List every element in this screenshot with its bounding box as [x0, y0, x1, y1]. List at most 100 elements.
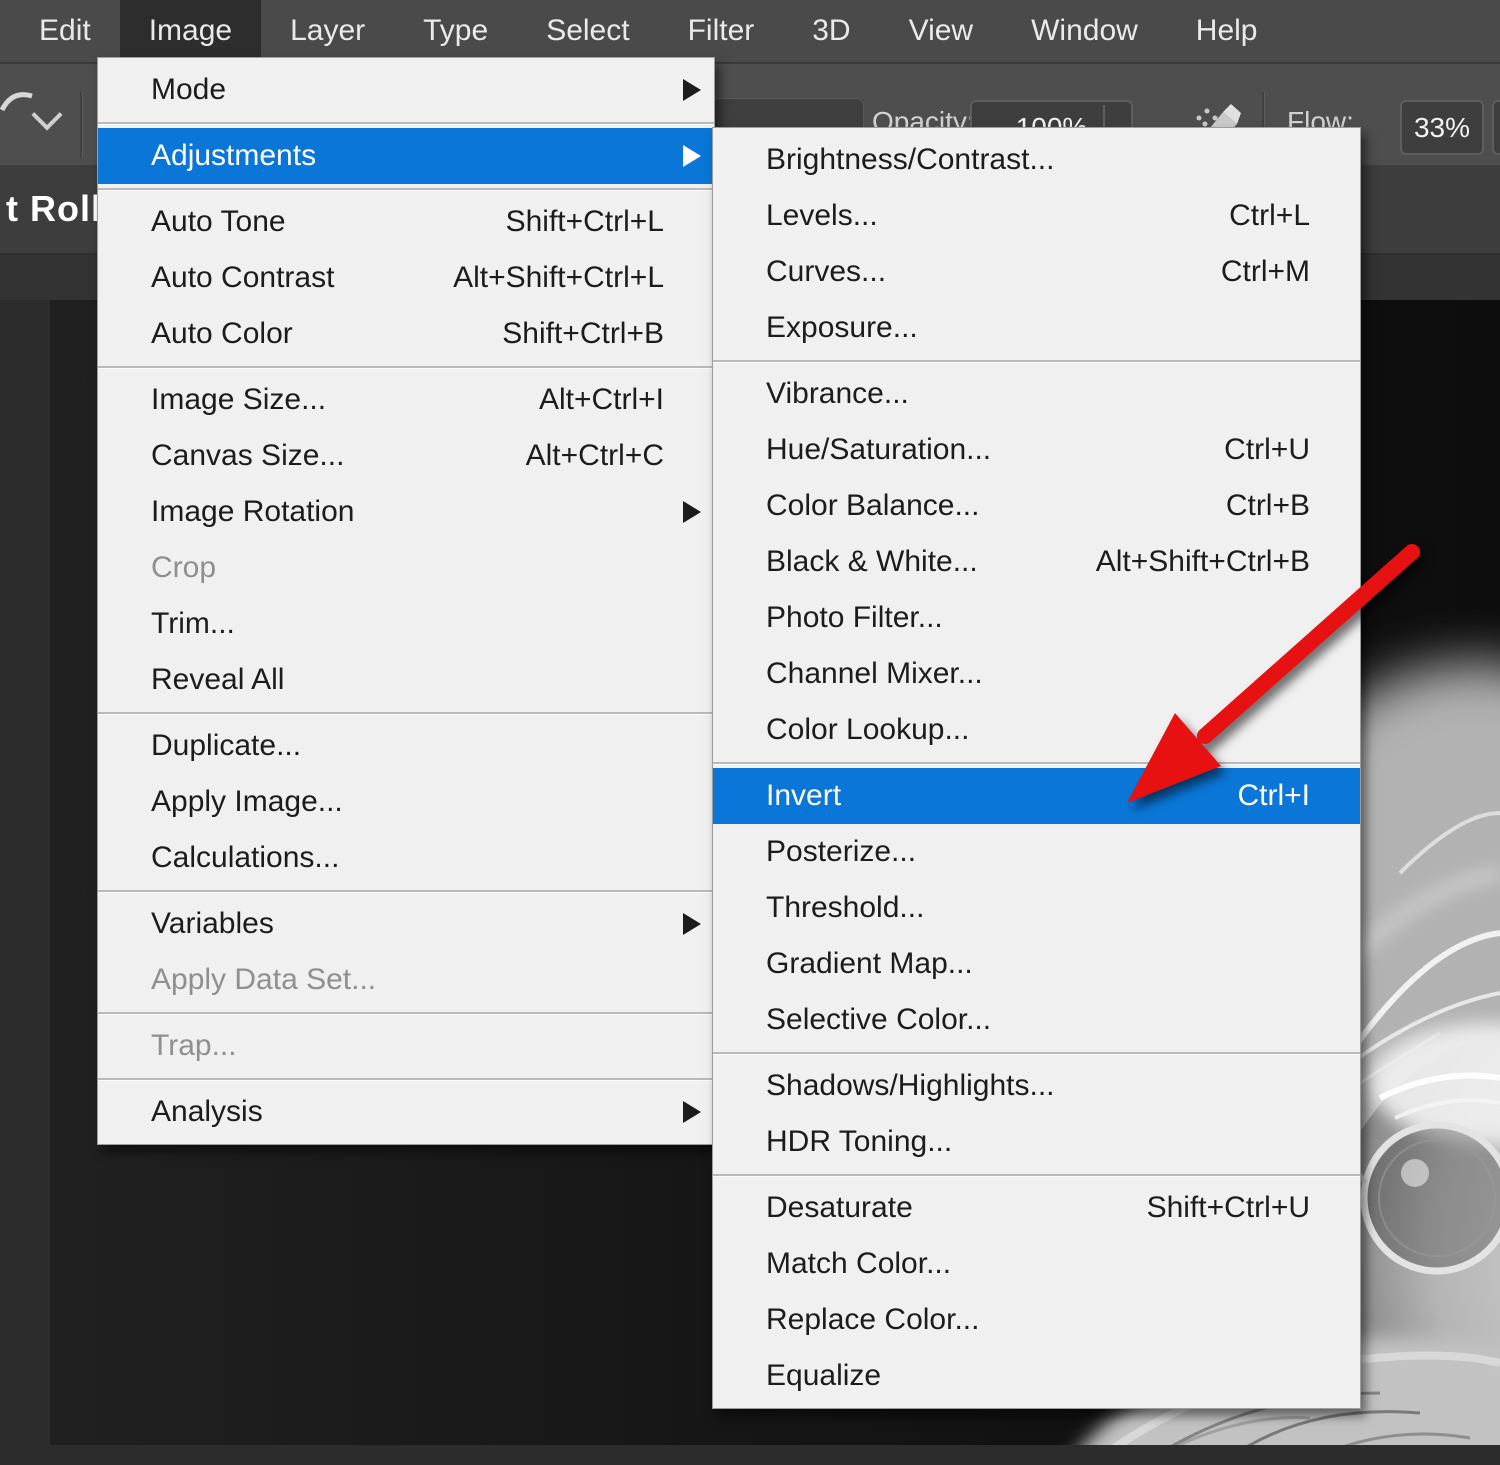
menu-item-trap[interactable]: Trap... [98, 1018, 714, 1074]
menubar-item-help[interactable]: Help [1167, 0, 1287, 62]
menu-item-shortcut: Alt+Shift+Ctrl+L [423, 261, 664, 295]
menu-item-canvas-size[interactable]: Canvas Size...Alt+Ctrl+C [98, 428, 714, 484]
menu-item-image-rotation[interactable]: Image Rotation [98, 484, 714, 540]
menu-item-label: Shadows/Highlights... [766, 1069, 1055, 1103]
menu-item-label: Hue/Saturation... [766, 433, 991, 467]
submenu-item-equalize[interactable]: Equalize [713, 1348, 1360, 1404]
menu-item-label: Threshold... [766, 891, 924, 925]
menu-bar: EditImageLayerTypeSelectFilter3DViewWind… [0, 0, 1500, 64]
submenu-item-match-color[interactable]: Match Color... [713, 1236, 1360, 1292]
menu-item-trim[interactable]: Trim... [98, 596, 714, 652]
menu-item-duplicate[interactable]: Duplicate... [98, 718, 714, 774]
menu-item-label: Adjustments [151, 139, 316, 173]
menu-item-label: Brightness/Contrast... [766, 143, 1054, 177]
menubar-item-type[interactable]: Type [394, 0, 517, 62]
submenu-item-gradient-map[interactable]: Gradient Map... [713, 936, 1360, 992]
menu-item-shortcut: Alt+Shift+Ctrl+B [1066, 545, 1310, 579]
menubar-item-image[interactable]: Image [120, 0, 261, 62]
menu-item-label: Trim... [151, 607, 235, 641]
submenu-arrow-icon [683, 501, 701, 523]
submenu-item-replace-color[interactable]: Replace Color... [713, 1292, 1360, 1348]
submenu-item-hue-saturation[interactable]: Hue/Saturation... Ctrl+U [713, 422, 1360, 478]
menubar-item-window[interactable]: Window [1002, 0, 1167, 62]
toolbar-field-partial[interactable] [1492, 100, 1500, 155]
menu-item-label: Replace Color... [766, 1303, 979, 1337]
menu-item-adjustments[interactable]: Adjustments [98, 128, 714, 184]
menu-item-analysis[interactable]: Analysis [98, 1084, 714, 1140]
submenu-item-curves[interactable]: Curves...Ctrl+M [713, 244, 1360, 300]
submenu-item-selective-color[interactable]: Selective Color... [713, 992, 1360, 1048]
menu-item-label: Analysis [151, 1095, 263, 1129]
submenu-item-color-balance[interactable]: Color Balance... Ctrl+B [713, 478, 1360, 534]
submenu-item-invert[interactable]: InvertCtrl+I [713, 768, 1360, 824]
tool-preset-icon [0, 86, 34, 116]
menu-separator [713, 762, 1360, 764]
menu-separator [98, 712, 714, 714]
submenu-item-channel-mixer[interactable]: Channel Mixer... [713, 646, 1360, 702]
menu-item-reveal-all[interactable]: Reveal All [98, 652, 714, 708]
menu-item-label: Crop [151, 551, 216, 585]
menubar-item-3d[interactable]: 3D [783, 0, 879, 62]
submenu-item-color-lookup[interactable]: Color Lookup... [713, 702, 1360, 758]
submenu-item-posterize[interactable]: Posterize... [713, 824, 1360, 880]
menu-item-apply-image[interactable]: Apply Image... [98, 774, 714, 830]
menu-item-image-size[interactable]: Image Size...Alt+Ctrl+I [98, 372, 714, 428]
photoshop-window: EditImageLayerTypeSelectFilter3DViewWind… [0, 0, 1500, 1465]
menu-item-shortcut: Shift+Ctrl+B [472, 317, 664, 351]
submenu-item-black-white[interactable]: Black & White...Alt+Shift+Ctrl+B [713, 534, 1360, 590]
menu-item-label: Photo Filter... [766, 601, 943, 635]
submenu-item-shadows-highlights[interactable]: Shadows/Highlights... [713, 1058, 1360, 1114]
menu-separator [98, 890, 714, 892]
submenu-arrow-icon [683, 913, 701, 935]
menubar-item-filter[interactable]: Filter [659, 0, 784, 62]
menu-item-label: Calculations... [151, 841, 339, 875]
submenu-item-levels[interactable]: Levels...Ctrl+L [713, 188, 1360, 244]
submenu-item-hdr-toning[interactable]: HDR Toning... [713, 1114, 1360, 1170]
menu-item-label: Levels... [766, 199, 878, 233]
menubar-item-edit[interactable]: Edit [10, 0, 120, 62]
menu-item-label: Trap... [151, 1029, 237, 1063]
menu-item-auto-tone[interactable]: Auto Tone Shift+Ctrl+L [98, 194, 714, 250]
menu-item-apply-data-set[interactable]: Apply Data Set... [98, 952, 714, 1008]
submenu-item-exposure[interactable]: Exposure... [713, 300, 1360, 356]
menu-item-label: Auto Color [151, 317, 293, 351]
flow-field[interactable]: 33% [1400, 100, 1484, 155]
menubar-item-view[interactable]: View [880, 0, 1002, 62]
menu-item-variables[interactable]: Variables [98, 896, 714, 952]
submenu-arrow-icon [683, 1101, 701, 1123]
menu-item-shortcut: Alt+Ctrl+I [509, 383, 664, 417]
menu-item-shortcut: Ctrl+U [1194, 433, 1310, 467]
menu-item-label: Auto Tone [151, 205, 286, 239]
menu-item-auto-color[interactable]: Auto Color Shift+Ctrl+B [98, 306, 714, 362]
submenu-item-vibrance[interactable]: Vibrance... [713, 366, 1360, 422]
submenu-item-threshold[interactable]: Threshold... [713, 880, 1360, 936]
menubar-item-select[interactable]: Select [517, 0, 658, 62]
menu-item-label: Image Rotation [151, 495, 354, 529]
menu-separator [713, 360, 1360, 362]
menu-item-label: Reveal All [151, 663, 284, 697]
menu-separator [98, 1078, 714, 1080]
menu-item-shortcut: Alt+Ctrl+C [496, 439, 664, 473]
menu-item-shortcut: Ctrl+B [1196, 489, 1310, 523]
menu-item-label: Gradient Map... [766, 947, 973, 981]
menu-item-label: Color Balance... [766, 489, 979, 523]
menu-item-mode[interactable]: Mode [98, 62, 714, 118]
menu-item-auto-contrast[interactable]: Auto Contrast Alt+Shift+Ctrl+L [98, 250, 714, 306]
menu-item-calculations[interactable]: Calculations... [98, 830, 714, 886]
submenu-item-brightness-contrast[interactable]: Brightness/Contrast... [713, 132, 1360, 188]
submenu-item-desaturate[interactable]: DesaturateShift+Ctrl+U [713, 1180, 1360, 1236]
chevron-down-icon[interactable] [31, 99, 62, 130]
menu-item-label: Apply Image... [151, 785, 343, 819]
submenu-item-photo-filter[interactable]: Photo Filter... [713, 590, 1360, 646]
menu-item-shortcut: Shift+Ctrl+L [476, 205, 664, 239]
menu-separator [98, 1012, 714, 1014]
menu-item-label: Variables [151, 907, 274, 941]
menu-item-label: Auto Contrast [151, 261, 334, 295]
menu-item-label: Selective Color... [766, 1003, 991, 1037]
menu-item-label: Posterize... [766, 835, 916, 869]
menu-item-label: Vibrance... [766, 377, 909, 411]
menu-item-crop[interactable]: Crop [98, 540, 714, 596]
menu-separator [98, 122, 714, 124]
menu-item-label: Exposure... [766, 311, 918, 345]
menubar-item-layer[interactable]: Layer [261, 0, 394, 62]
